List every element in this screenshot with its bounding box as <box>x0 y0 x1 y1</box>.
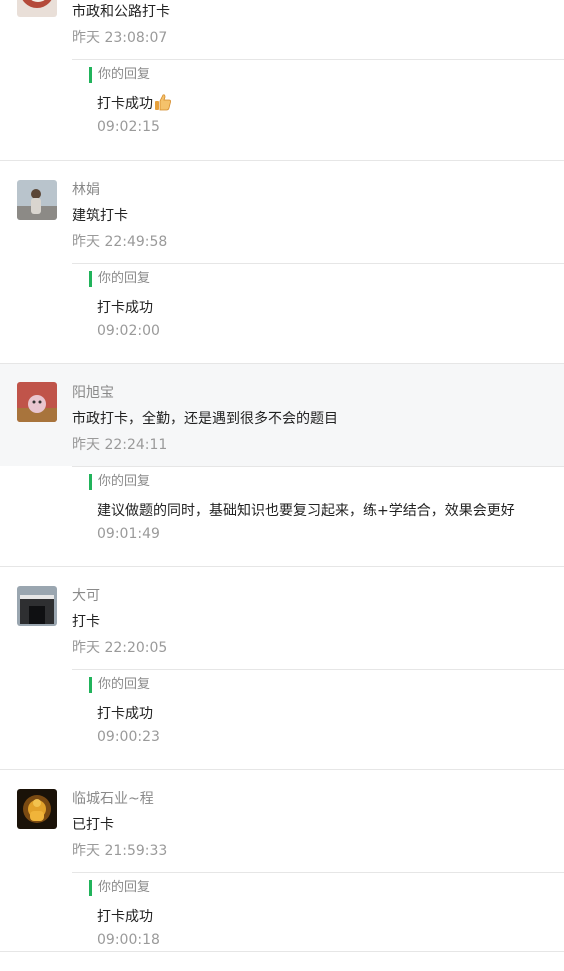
reply-content: 打卡成功 <box>97 300 153 316</box>
avatar[interactable] <box>17 180 57 220</box>
comment-time: 昨天 21:59:33 <box>72 843 168 859</box>
reply-label: 你的回复 <box>89 67 150 83</box>
comment-item: 林娟 建筑打卡 昨天 22:49:58 你的回复 打卡成功 09:02:00 <box>0 161 564 339</box>
reply-block: 你的回复 打卡成功 09:00:18 <box>72 872 564 971</box>
comment-main: 大可 打卡 昨天 22:20:05 <box>0 567 564 669</box>
comment-time: 昨天 23:08:07 <box>72 30 168 46</box>
reply-time: 09:02:00 <box>97 323 160 339</box>
reply-content: 打卡成功 <box>97 706 153 722</box>
avatar[interactable] <box>17 382 57 422</box>
reply-label: 你的回复 <box>89 677 150 693</box>
comment-author[interactable]: 阳旭宝 <box>72 382 114 402</box>
comment-author[interactable]: 林娟 <box>72 179 100 199</box>
comment-content: 市政和公路打卡 <box>72 4 170 20</box>
comment-item: 大可 打卡 昨天 22:20:05 你的回复 打卡成功 09:00:23 <box>0 567 564 745</box>
comment-main: 临城石业~程 已打卡 昨天 21:59:33 <box>0 770 564 872</box>
avatar[interactable] <box>17 0 57 17</box>
comment-content: 已打卡 <box>72 817 114 833</box>
reply-text: 打卡成功 <box>97 96 153 112</box>
comment-time: 昨天 22:49:58 <box>72 234 168 250</box>
comment-content: 打卡 <box>72 614 100 630</box>
comment-time: 昨天 22:20:05 <box>72 640 168 656</box>
reply-time: 09:00:23 <box>97 729 160 745</box>
comment-main: 市政和公路打卡 昨天 23:08:07 <box>0 0 564 59</box>
avatar[interactable] <box>17 789 57 829</box>
reply-block: 你的回复 建议做题的同时，基础知识也要复习起来，练+学结合，效果会更好 09:0… <box>72 466 564 565</box>
reply-label: 你的回复 <box>89 474 150 490</box>
thumbs-up-icon <box>154 93 172 115</box>
reply-label: 你的回复 <box>89 271 150 287</box>
comment-main: 阳旭宝 市政打卡，全勤，还是遇到很多不会的题目 昨天 22:24:11 <box>0 364 564 466</box>
reply-content: 打卡成功 <box>97 909 153 925</box>
comment-item: 市政和公路打卡 昨天 23:08:07 你的回复 打卡成功 09:02:15 <box>0 0 564 135</box>
comment-content: 建筑打卡 <box>72 208 128 224</box>
reply-time: 09:00:18 <box>97 932 160 948</box>
comment-author[interactable]: 大可 <box>72 585 100 605</box>
reply-time: 09:02:15 <box>97 119 160 135</box>
reply-time: 09:01:49 <box>97 526 160 542</box>
reply-block: 你的回复 打卡成功 09:02:15 <box>72 59 564 158</box>
reply-label: 你的回复 <box>89 880 150 896</box>
reply-block: 你的回复 打卡成功 09:00:23 <box>72 669 564 768</box>
avatar[interactable] <box>17 586 57 626</box>
comment-author[interactable]: 临城石业~程 <box>72 788 154 808</box>
reply-content: 建议做题的同时，基础知识也要复习起来，练+学结合，效果会更好 <box>97 503 515 519</box>
comment-item: 临城石业~程 已打卡 昨天 21:59:33 你的回复 打卡成功 09:00:1… <box>0 770 564 948</box>
comment-main: 林娟 建筑打卡 昨天 22:49:58 <box>0 161 564 263</box>
comment-content: 市政打卡，全勤，还是遇到很多不会的题目 <box>72 411 338 427</box>
comment-item: 阳旭宝 市政打卡，全勤，还是遇到很多不会的题目 昨天 22:24:11 你的回复… <box>0 364 564 542</box>
reply-block: 你的回复 打卡成功 09:02:00 <box>72 263 564 362</box>
reply-content: 打卡成功 <box>97 93 172 115</box>
comment-time: 昨天 22:24:11 <box>72 437 168 453</box>
divider <box>0 951 564 952</box>
